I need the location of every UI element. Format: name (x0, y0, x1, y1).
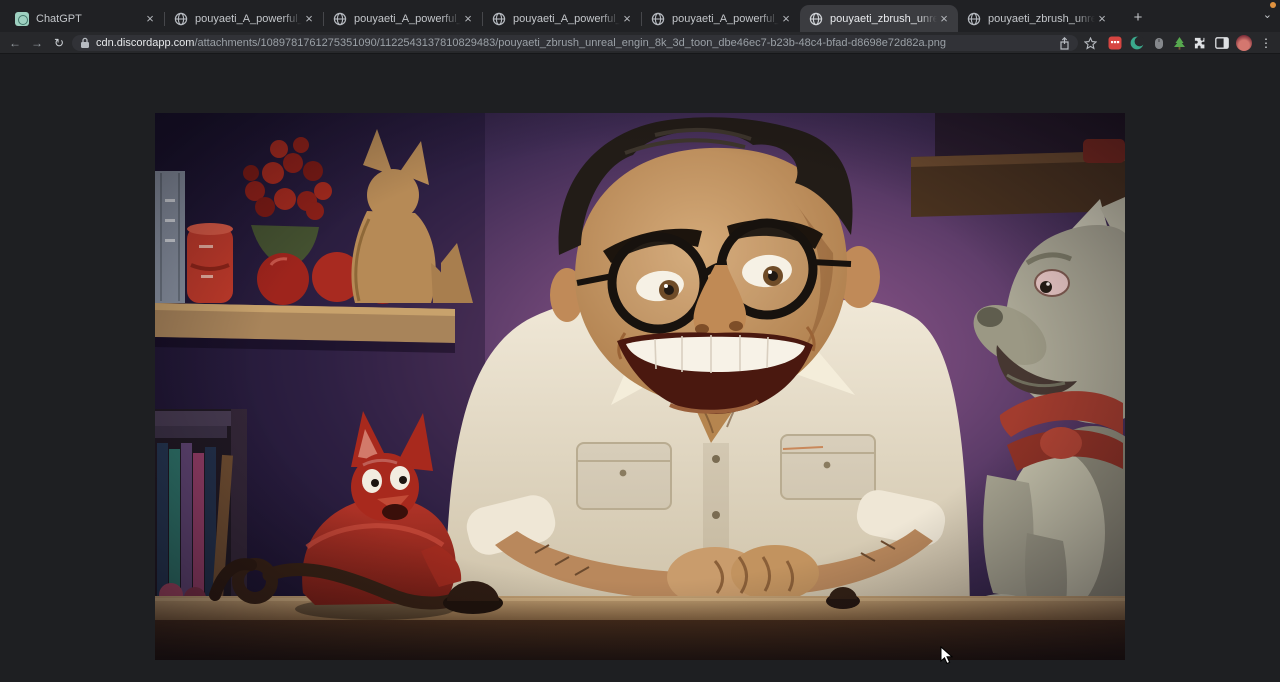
url-domain: cdn.discordapp.com (96, 37, 194, 49)
tab-close-icon[interactable]: × (937, 12, 951, 26)
forward-button[interactable]: → (28, 34, 46, 52)
profile-avatar[interactable] (1236, 35, 1252, 51)
tab-close-icon[interactable]: × (620, 12, 634, 26)
lock-icon (80, 37, 90, 49)
tab-label: pouyaeti_zbrush_unreal_engin (830, 13, 937, 25)
globe-favicon-icon (809, 12, 823, 26)
extensions-puzzle-icon[interactable] (1192, 35, 1208, 51)
page-content (0, 54, 1280, 682)
record-indicator (1270, 2, 1276, 8)
tab-close-icon[interactable]: × (461, 12, 475, 26)
tab-zbrush-active[interactable]: pouyaeti_zbrush_unreal_engin × (800, 5, 958, 32)
tab-label: pouyaeti_A_powerful_modern (672, 13, 779, 25)
globe-favicon-icon (492, 12, 506, 26)
tab-pouyaeti-1[interactable]: pouyaeti_A_powerful_modern × (165, 5, 323, 32)
browser-menu-icon[interactable]: ⋮ (1258, 35, 1274, 51)
tab-close-icon[interactable]: × (1095, 12, 1109, 26)
globe-favicon-icon (333, 12, 347, 26)
tab-strip: ChatGPT × pouyaeti_A_powerful_modern × p… (0, 0, 1280, 32)
tab-close-icon[interactable]: × (302, 12, 316, 26)
tab-pouyaeti-2[interactable]: pouyaeti_A_powerful_modern × (324, 5, 482, 32)
back-button[interactable]: ← (6, 34, 24, 52)
share-icon[interactable] (1059, 37, 1070, 50)
tab-zbrush-2[interactable]: pouyaeti_zbrush_unreal_engin × (958, 5, 1116, 32)
red-extension-icon[interactable] (1107, 35, 1123, 51)
tab-close-icon[interactable]: × (143, 12, 157, 26)
tab-label: pouyaeti_A_powerful_modern (513, 13, 620, 25)
tab-label: pouyaeti_A_powerful_modern (354, 13, 461, 25)
vignette (155, 113, 1125, 660)
globe-favicon-icon (651, 12, 665, 26)
globe-favicon-icon (174, 12, 188, 26)
tab-label: ChatGPT (36, 13, 143, 25)
tabs: ChatGPT × pouyaeti_A_powerful_modern × p… (6, 5, 1116, 32)
reload-button[interactable]: ↻ (50, 34, 68, 52)
tab-label: pouyaeti_zbrush_unreal_engin (988, 13, 1095, 25)
side-panel-icon[interactable] (1214, 35, 1230, 51)
toon-scene (155, 113, 1125, 660)
new-tab-button[interactable]: + (1128, 8, 1148, 28)
url-path: /attachments/1089781761275351090/1122543… (194, 37, 946, 49)
browser-toolbar: ← → ↻ cdn.discordapp.com/attachments/108… (0, 32, 1280, 54)
bookmark-star-icon[interactable] (1082, 35, 1098, 51)
tab-chatgpt[interactable]: ChatGPT × (6, 5, 164, 32)
url-text: cdn.discordapp.com/attachments/108978176… (96, 37, 1059, 49)
tab-pouyaeti-4[interactable]: pouyaeti_A_powerful_modern × (642, 5, 800, 32)
globe-favicon-icon (967, 12, 981, 26)
tab-close-icon[interactable]: × (779, 12, 793, 26)
tab-overflow-chevron-icon[interactable]: ⌄ (1263, 8, 1272, 21)
mouse-cursor (940, 646, 953, 665)
dark-reader-moon-icon[interactable] (1129, 35, 1145, 51)
address-bar[interactable]: cdn.discordapp.com/attachments/108978176… (72, 35, 1078, 51)
tab-label: pouyaeti_A_powerful_modern (195, 13, 302, 25)
mouse-extension-icon[interactable] (1151, 35, 1167, 51)
browser-window: ChatGPT × pouyaeti_A_powerful_modern × p… (0, 0, 1280, 682)
chatgpt-favicon-icon (15, 12, 29, 26)
tab-pouyaeti-3[interactable]: pouyaeti_A_powerful_modern × (483, 5, 641, 32)
tree-extension-icon[interactable] (1171, 35, 1187, 51)
discord-attachment-image[interactable] (155, 113, 1125, 660)
